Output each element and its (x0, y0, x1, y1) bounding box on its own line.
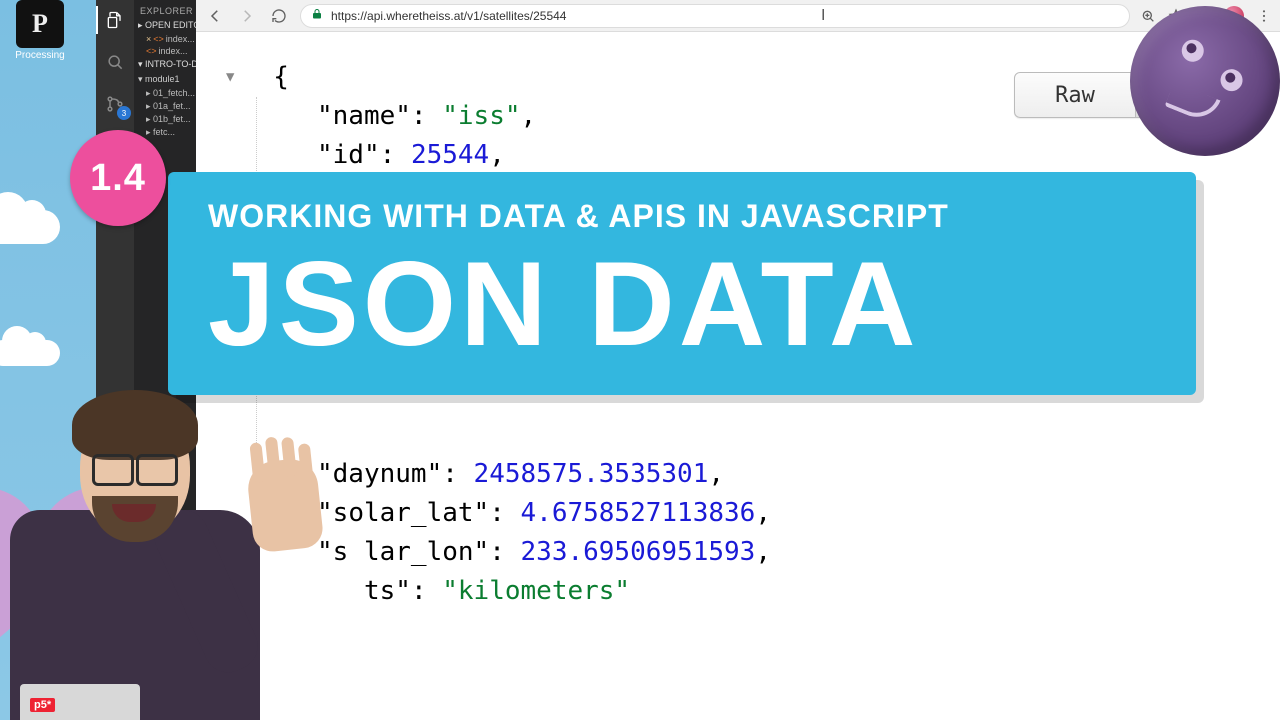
json-key: "name" (317, 101, 411, 131)
desktop-app-processing[interactable]: P Processing (10, 0, 70, 61)
disclosure-triangle-icon[interactable]: ▼ (226, 67, 242, 88)
file-item[interactable]: ▸ 01_fetch... (134, 87, 196, 100)
json-key: lar_lon" (364, 537, 489, 567)
explorer-title: EXPLORER (134, 4, 196, 18)
series-title: Working with Data & APIs in JavaScript (208, 198, 1156, 235)
reload-button[interactable] (268, 5, 290, 27)
file-label: index... (166, 34, 195, 44)
file-label: 01_fetch... (153, 88, 195, 98)
open-editors-section[interactable]: ▸ OPEN EDITORS (134, 18, 196, 33)
explorer-icon[interactable] (103, 8, 127, 32)
json-row: "daynum": 2458575.3535301, (317, 455, 1250, 494)
source-control-icon[interactable]: 3 (103, 92, 127, 116)
project-section[interactable]: ▾ INTRO-TO-D... (134, 57, 196, 72)
raw-button[interactable]: Raw (1015, 73, 1135, 117)
folder-module[interactable]: ▾ module1 (134, 72, 196, 87)
processing-icon: P (16, 0, 64, 48)
title-card: Working with Data & APIs in JavaScript J… (168, 172, 1196, 395)
episode-title: JSON DATA (208, 241, 1156, 367)
json-row: "id": 25544, (317, 136, 1250, 175)
menu-icon[interactable] (1256, 8, 1272, 24)
json-key: olar_lat" (348, 498, 489, 528)
zoom-icon[interactable] (1140, 8, 1156, 24)
project-label: INTRO-TO-D... (145, 59, 196, 69)
json-row: "solar_lat": 4.6758527113836, (317, 494, 1250, 533)
presenter-figure: p5* (0, 400, 330, 720)
file-item[interactable]: ▸ 01a_fet... (134, 100, 196, 113)
file-label: 01b_fet... (153, 114, 191, 124)
json-value: "kilometers" (442, 576, 630, 606)
open-editors-label: OPEN EDITORS (145, 20, 196, 30)
json-row: "s lar_lon": 233.69506951593, (317, 533, 1250, 572)
cloud-decoration (0, 210, 60, 244)
json-key: "id" (317, 140, 380, 170)
open-editor-file[interactable]: ×<>index... (134, 33, 196, 45)
json-value: 233.69506951593 (521, 537, 756, 567)
json-value: 2458575.3535301 (474, 459, 709, 489)
search-icon[interactable] (103, 50, 127, 74)
text-cursor: I (821, 7, 822, 25)
folder-label: module1 (145, 74, 180, 84)
open-editor-file[interactable]: <>index... (134, 45, 196, 57)
file-item[interactable]: ▸ 01b_fet... (134, 113, 196, 126)
channel-logo (1130, 6, 1280, 156)
url-field[interactable]: https://api.wheretheiss.at/v1/satellites… (300, 4, 1130, 28)
episode-badge: 1.4 (70, 130, 166, 226)
lock-icon (311, 8, 323, 23)
glasses-icon (92, 454, 178, 480)
laptop-sticker: p5* (30, 698, 55, 712)
url-text: https://api.wheretheiss.at/v1/satellites… (331, 9, 566, 23)
json-value: 25544 (411, 140, 489, 170)
file-label: index... (159, 46, 188, 56)
forward-button[interactable] (236, 5, 258, 27)
file-label: fetc... (153, 127, 175, 137)
scm-badge: 3 (117, 106, 131, 120)
address-bar: https://api.wheretheiss.at/v1/satellites… (196, 0, 1280, 32)
cloud-decoration (0, 340, 60, 366)
back-button[interactable] (204, 5, 226, 27)
file-label: 01a_fet... (153, 101, 191, 111)
json-value: 4.6758527113836 (521, 498, 756, 528)
json-value: "iss" (442, 101, 520, 131)
desktop-app-label: Processing (10, 50, 70, 61)
json-key: "daynum" (317, 459, 442, 489)
json-key: ts" (364, 576, 411, 606)
json-row: "unts": "kilometers" (317, 572, 1250, 611)
